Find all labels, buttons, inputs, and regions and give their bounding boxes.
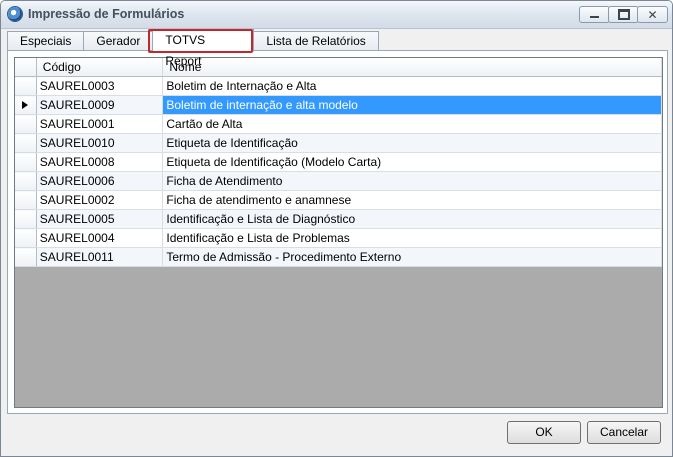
table-row[interactable]: SAUREL0011 Termo de Admissão - Procedime… bbox=[15, 247, 662, 267]
table-row[interactable]: SAUREL0001 Cartão de Alta bbox=[15, 114, 662, 134]
cell-nome[interactable]: Ficha de atendimento e anamnese bbox=[162, 190, 662, 210]
tab-strip: Especiais Gerador TOTVS Report Lista de … bbox=[7, 29, 379, 68]
table-row[interactable]: SAUREL0006 Ficha de Atendimento bbox=[15, 171, 662, 191]
tab-lista-de-relatorios[interactable]: Lista de Relatórios bbox=[253, 31, 379, 51]
row-selector[interactable] bbox=[15, 209, 37, 229]
ok-button[interactable]: OK bbox=[507, 421, 581, 444]
cell-codigo[interactable]: SAUREL0002 bbox=[36, 190, 164, 210]
dialog-body: Especiais Gerador TOTVS Report Lista de … bbox=[1, 29, 672, 456]
cell-codigo[interactable]: SAUREL0011 bbox=[36, 247, 164, 267]
close-button[interactable]: ✕ bbox=[637, 6, 668, 23]
window-title: Impressão de Formulários bbox=[28, 7, 185, 21]
cell-nome[interactable]: Boletim de Internação e Alta bbox=[162, 76, 662, 96]
title-bar[interactable]: Impressão de Formulários ✕ bbox=[1, 1, 672, 29]
table-row[interactable]: SAUREL0010 Etiqueta de Identificação bbox=[15, 133, 662, 153]
tab-especiais[interactable]: Especiais bbox=[7, 31, 85, 51]
row-header-corner bbox=[15, 58, 37, 77]
cell-codigo[interactable]: SAUREL0008 bbox=[36, 152, 164, 172]
table-row[interactable]: SAUREL0008 Etiqueta de Identificação (Mo… bbox=[15, 152, 662, 172]
row-selector[interactable] bbox=[15, 247, 37, 267]
cell-codigo[interactable]: SAUREL0004 bbox=[36, 228, 164, 248]
cell-nome[interactable]: Ficha de Atendimento bbox=[162, 171, 662, 191]
column-header-nome[interactable]: Nome bbox=[162, 58, 662, 77]
row-selector[interactable] bbox=[15, 133, 37, 153]
close-icon: ✕ bbox=[647, 7, 658, 22]
app-icon bbox=[8, 7, 22, 21]
table-header: Código Nome bbox=[15, 58, 662, 77]
cell-nome[interactable]: Cartão de Alta bbox=[162, 114, 662, 134]
table-row[interactable]: SAUREL0003 Boletim de Internação e Alta bbox=[15, 76, 662, 96]
maximize-icon bbox=[617, 9, 630, 20]
cell-codigo[interactable]: SAUREL0001 bbox=[36, 114, 164, 134]
minimize-icon bbox=[590, 16, 599, 18]
cell-codigo[interactable]: SAUREL0005 bbox=[36, 209, 164, 229]
cancel-button[interactable]: Cancelar bbox=[587, 421, 661, 444]
current-row-arrow-icon bbox=[22, 101, 28, 109]
row-selector[interactable] bbox=[15, 171, 37, 191]
row-selector[interactable] bbox=[15, 114, 37, 134]
minimize-button[interactable] bbox=[579, 6, 610, 23]
cell-nome[interactable]: Termo de Admissão - Procedimento Externo bbox=[162, 247, 662, 267]
cell-nome[interactable]: Boletim de internação e alta modelo bbox=[162, 95, 662, 115]
cell-nome[interactable]: Identificação e Lista de Diagnóstico bbox=[162, 209, 662, 229]
row-selector[interactable] bbox=[15, 228, 37, 248]
reports-grid[interactable]: Código Nome SAUREL0003 Boletim de Intern… bbox=[14, 57, 663, 408]
row-selector[interactable] bbox=[15, 152, 37, 172]
column-header-codigo[interactable]: Código bbox=[36, 58, 164, 77]
cell-nome[interactable]: Identificação e Lista de Problemas bbox=[162, 228, 662, 248]
cell-codigo[interactable]: SAUREL0006 bbox=[36, 171, 164, 191]
cell-codigo[interactable]: SAUREL0010 bbox=[36, 133, 164, 153]
cell-nome[interactable]: Etiqueta de Identificação bbox=[162, 133, 662, 153]
row-selector[interactable] bbox=[15, 190, 37, 210]
cell-codigo[interactable]: SAUREL0009 bbox=[36, 95, 164, 115]
table-row[interactable]: SAUREL0005 Identificação e Lista de Diag… bbox=[15, 209, 662, 229]
reports-table: Código Nome SAUREL0003 Boletim de Intern… bbox=[15, 58, 662, 267]
table-row-selected[interactable]: SAUREL0009 Boletim de internação e alta … bbox=[15, 95, 662, 115]
row-selector[interactable] bbox=[15, 76, 37, 96]
cell-codigo[interactable]: SAUREL0003 bbox=[36, 76, 164, 96]
row-selector[interactable] bbox=[15, 95, 37, 115]
tab-gerador[interactable]: Gerador bbox=[83, 31, 154, 51]
cell-nome[interactable]: Etiqueta de Identificação (Modelo Carta) bbox=[162, 152, 662, 172]
maximize-button[interactable] bbox=[608, 6, 639, 23]
tab-panel: Código Nome SAUREL0003 Boletim de Intern… bbox=[7, 50, 668, 414]
table-row[interactable]: SAUREL0002 Ficha de atendimento e anamne… bbox=[15, 190, 662, 210]
table-row[interactable]: SAUREL0004 Identificação e Lista de Prob… bbox=[15, 228, 662, 248]
dialog-window: Impressão de Formulários ✕ Especiais Ger… bbox=[0, 0, 673, 457]
tab-totvs-report[interactable]: TOTVS Report bbox=[152, 29, 255, 68]
